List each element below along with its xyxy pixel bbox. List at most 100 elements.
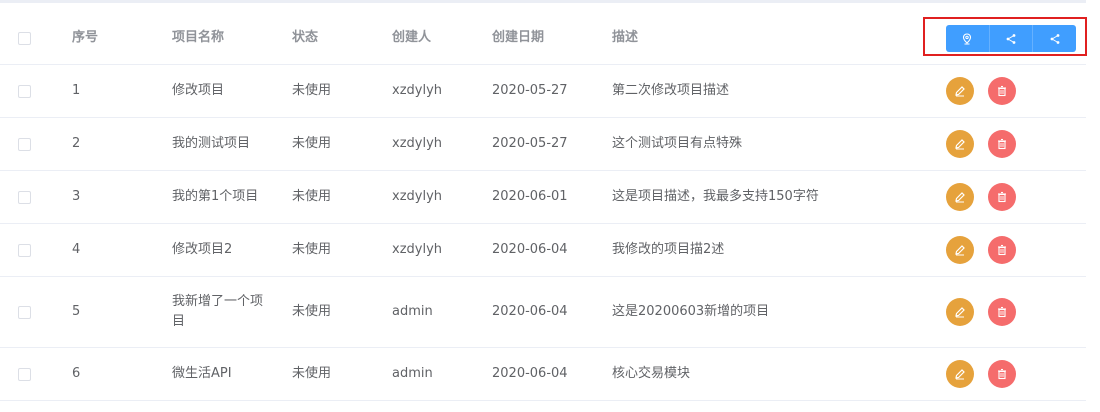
row-index: 2 xyxy=(72,136,81,151)
row-description: 这是项目描述，我最多支持150字符 xyxy=(612,189,819,204)
table-row: 6 微生活API 未使用 admin 2020-06-04 核心交易模块 xyxy=(0,348,1086,401)
row-name: 修改项目2 xyxy=(172,242,233,257)
delete-button[interactable] xyxy=(988,360,1016,388)
delete-icon xyxy=(998,306,1006,318)
location-icon xyxy=(963,32,972,44)
row-status: 未使用 xyxy=(292,242,332,257)
row-actions xyxy=(946,65,1076,117)
row-creator: admin xyxy=(392,304,433,319)
edit-icon xyxy=(955,307,965,318)
delete-button[interactable] xyxy=(988,77,1016,105)
row-creator: admin xyxy=(392,366,433,381)
row-actions xyxy=(946,171,1076,223)
row-description: 这个测试项目有点特殊 xyxy=(612,136,743,151)
delete-icon xyxy=(998,368,1006,380)
edit-button[interactable] xyxy=(946,298,974,326)
row-name: 我新增了一个项目 xyxy=(172,294,264,329)
edit-button[interactable] xyxy=(946,236,974,264)
edit-icon xyxy=(955,245,965,256)
row-index: 3 xyxy=(72,189,81,204)
header-creator: 创建人 xyxy=(392,30,432,45)
row-created-date: 2020-06-04 xyxy=(492,242,568,257)
row-name: 修改项目 xyxy=(172,83,225,98)
row-creator: xzdylyh xyxy=(392,189,443,204)
delete-icon xyxy=(998,138,1006,150)
project-table: 序号 项目名称 状态 创建人 创建日期 描述 1 修改项目 未使用 xzdyly… xyxy=(0,12,1086,401)
edit-button[interactable] xyxy=(946,77,974,105)
row-select-cell xyxy=(18,224,36,276)
row-checkbox[interactable] xyxy=(18,367,31,381)
row-checkbox[interactable] xyxy=(18,84,31,98)
row-status: 未使用 xyxy=(292,304,332,319)
delete-icon xyxy=(998,244,1006,256)
header-status: 状态 xyxy=(292,30,319,45)
header-toolbar-button-group xyxy=(946,25,1076,52)
share-icon xyxy=(1006,33,1016,44)
row-actions xyxy=(946,277,1076,347)
row-description: 第二次修改项目描述 xyxy=(612,83,730,98)
table-row: 3 我的第1个项目 未使用 xzdylyh 2020-06-01 这是项目描述，… xyxy=(0,171,1086,224)
row-actions xyxy=(946,118,1076,170)
row-creator: xzdylyh xyxy=(392,242,443,257)
row-actions xyxy=(946,224,1076,276)
table-row: 5 我新增了一个项目 未使用 admin 2020-06-04 这是202006… xyxy=(0,277,1086,348)
row-select-cell xyxy=(18,348,36,400)
header-index: 序号 xyxy=(72,30,99,45)
delete-button[interactable] xyxy=(988,130,1016,158)
table-row: 4 修改项目2 未使用 xzdylyh 2020-06-04 我修改的项目描2述 xyxy=(0,224,1086,277)
edit-button[interactable] xyxy=(946,130,974,158)
delete-button[interactable] xyxy=(988,236,1016,264)
row-select-cell xyxy=(18,65,36,117)
row-actions xyxy=(946,348,1076,400)
row-index: 6 xyxy=(72,366,81,381)
row-description: 我修改的项目描2述 xyxy=(612,242,725,257)
edit-button[interactable] xyxy=(946,183,974,211)
edit-icon xyxy=(955,86,965,97)
row-name: 我的第1个项目 xyxy=(172,189,259,204)
row-index: 4 xyxy=(72,242,81,257)
row-description: 核心交易模块 xyxy=(612,366,691,381)
row-creator: xzdylyh xyxy=(392,83,443,98)
location-button[interactable] xyxy=(946,25,990,52)
select-all-cell xyxy=(18,12,36,64)
header-created-date: 创建日期 xyxy=(492,30,545,45)
share-button[interactable] xyxy=(989,25,1034,52)
row-select-cell xyxy=(18,171,36,223)
row-creator: xzdylyh xyxy=(392,136,443,151)
select-all-checkbox[interactable] xyxy=(18,31,31,45)
delete-button[interactable] xyxy=(988,298,1016,326)
row-created-date: 2020-06-04 xyxy=(492,366,568,381)
row-checkbox[interactable] xyxy=(18,190,31,204)
row-description: 这是20200603新增的项目 xyxy=(612,304,770,319)
edit-icon xyxy=(955,192,965,203)
header-description: 描述 xyxy=(612,30,639,45)
share-icon xyxy=(1050,33,1060,44)
row-status: 未使用 xyxy=(292,83,332,98)
edit-button[interactable] xyxy=(946,360,974,388)
table-row: 2 我的测试项目 未使用 xzdylyh 2020-05-27 这个测试项目有点… xyxy=(0,118,1086,171)
row-index: 1 xyxy=(72,83,81,98)
delete-button[interactable] xyxy=(988,183,1016,211)
row-status: 未使用 xyxy=(292,189,332,204)
share-button[interactable] xyxy=(1033,25,1076,52)
table-row: 1 修改项目 未使用 xzdylyh 2020-05-27 第二次修改项目描述 xyxy=(0,65,1086,118)
project-list-page: 序号 项目名称 状态 创建人 创建日期 描述 1 修改项目 未使用 xzdyly… xyxy=(0,0,1100,412)
row-select-cell xyxy=(18,118,36,170)
edit-icon xyxy=(955,369,965,380)
row-name: 微生活API xyxy=(172,366,232,381)
delete-icon xyxy=(998,191,1006,203)
row-checkbox[interactable] xyxy=(18,137,31,151)
edit-icon xyxy=(955,139,965,150)
row-select-cell xyxy=(18,277,36,347)
row-created-date: 2020-05-27 xyxy=(492,136,568,151)
row-created-date: 2020-06-01 xyxy=(492,189,568,204)
row-checkbox[interactable] xyxy=(18,305,31,319)
row-status: 未使用 xyxy=(292,366,332,381)
row-checkbox[interactable] xyxy=(18,243,31,257)
row-created-date: 2020-05-27 xyxy=(492,83,568,98)
row-created-date: 2020-06-04 xyxy=(492,304,568,319)
header-name: 项目名称 xyxy=(172,30,225,45)
row-status: 未使用 xyxy=(292,136,332,151)
row-name: 我的测试项目 xyxy=(172,136,251,151)
delete-icon xyxy=(998,85,1006,97)
